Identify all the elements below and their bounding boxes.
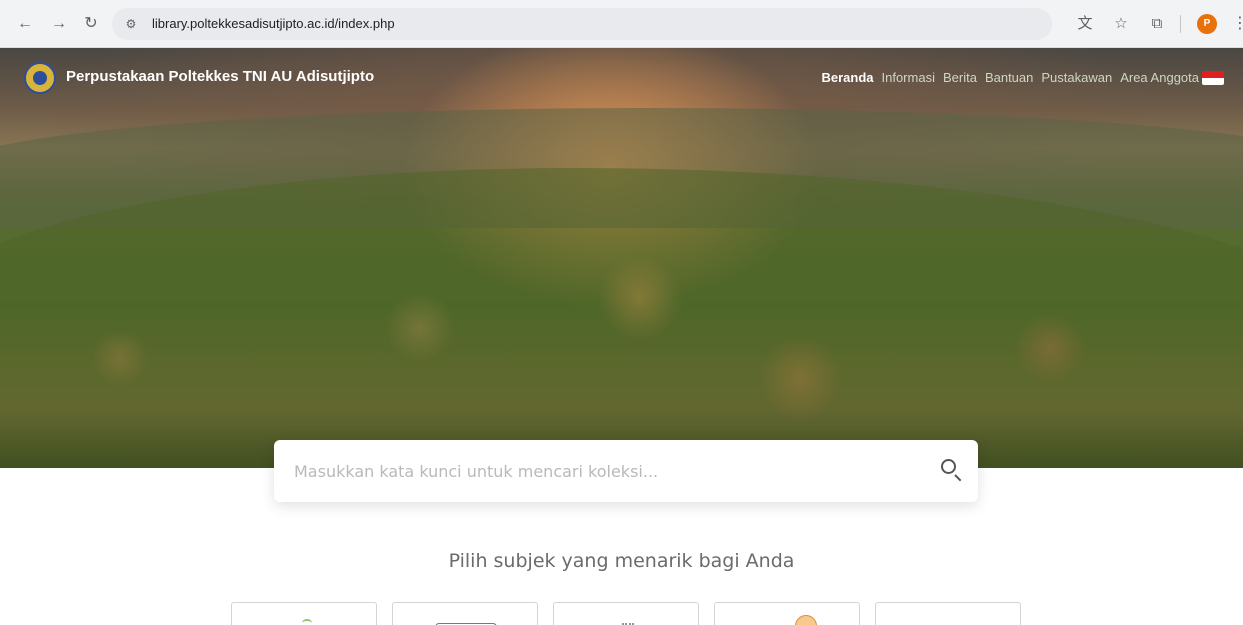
search-input[interactable] [294, 456, 914, 486]
nav-informasi[interactable]: Informasi [882, 70, 935, 85]
url-text[interactable]: library.poltekkesadisutjipto.ac.id/index… [152, 16, 395, 31]
search-icon-handle [954, 474, 962, 482]
nav-berita[interactable]: Berita [943, 70, 977, 85]
browser-toolbar: ← → ↻ ⚙ library.poltekkesadisutjipto.ac.… [0, 0, 1243, 48]
subject-card[interactable] [231, 602, 377, 625]
site-logo-icon[interactable] [24, 62, 56, 94]
subjects-heading: Pilih subjek yang menarik bagi Anda [448, 550, 795, 572]
address-bar[interactable]: ⚙ library.poltekkesadisutjipto.ac.id/ind… [112, 8, 1052, 40]
hero-banner [0, 48, 1243, 468]
nav-pustakawan[interactable]: Pustakawan [1041, 70, 1112, 85]
back-icon[interactable]: ← [14, 13, 36, 35]
nav-bantuan[interactable]: Bantuan [985, 70, 1033, 85]
search-icon-ring [941, 459, 956, 474]
plant-icon [302, 619, 312, 625]
search-box [274, 440, 978, 502]
flag-red-stripe [1202, 71, 1224, 78]
subject-cards [231, 602, 1021, 625]
nav-beranda[interactable]: Beranda [821, 70, 873, 85]
translate-icon[interactable]: 文 [1074, 13, 1096, 35]
clock-icon [795, 615, 817, 625]
logo-emblem [33, 71, 47, 85]
language-flag-icon[interactable] [1202, 71, 1224, 85]
extensions-icon[interactable]: ⧉ [1146, 13, 1168, 35]
site-info-icon[interactable]: ⚙ [122, 15, 140, 33]
subject-card[interactable] [875, 602, 1021, 625]
nav-area-anggota[interactable]: Area Anggota [1120, 70, 1199, 85]
forward-icon[interactable]: → [48, 13, 70, 35]
subject-card[interactable] [553, 602, 699, 625]
toolbar-divider [1180, 15, 1181, 33]
subject-card[interactable] [392, 602, 538, 625]
search-icon[interactable] [938, 456, 968, 486]
site-title[interactable]: Perpustakaan Poltekkes TNI AU Adisutjipt… [66, 68, 374, 85]
subject-card[interactable] [714, 602, 860, 625]
flag-white-stripe [1202, 78, 1224, 85]
profile-avatar[interactable]: P [1197, 14, 1217, 34]
bookmark-star-icon[interactable]: ☆ [1110, 13, 1132, 35]
reload-icon[interactable]: ↻ [80, 13, 102, 35]
main-nav: Beranda Informasi Berita Bantuan Pustaka… [821, 70, 1199, 85]
more-menu-icon[interactable]: ⋮ [1232, 13, 1243, 35]
